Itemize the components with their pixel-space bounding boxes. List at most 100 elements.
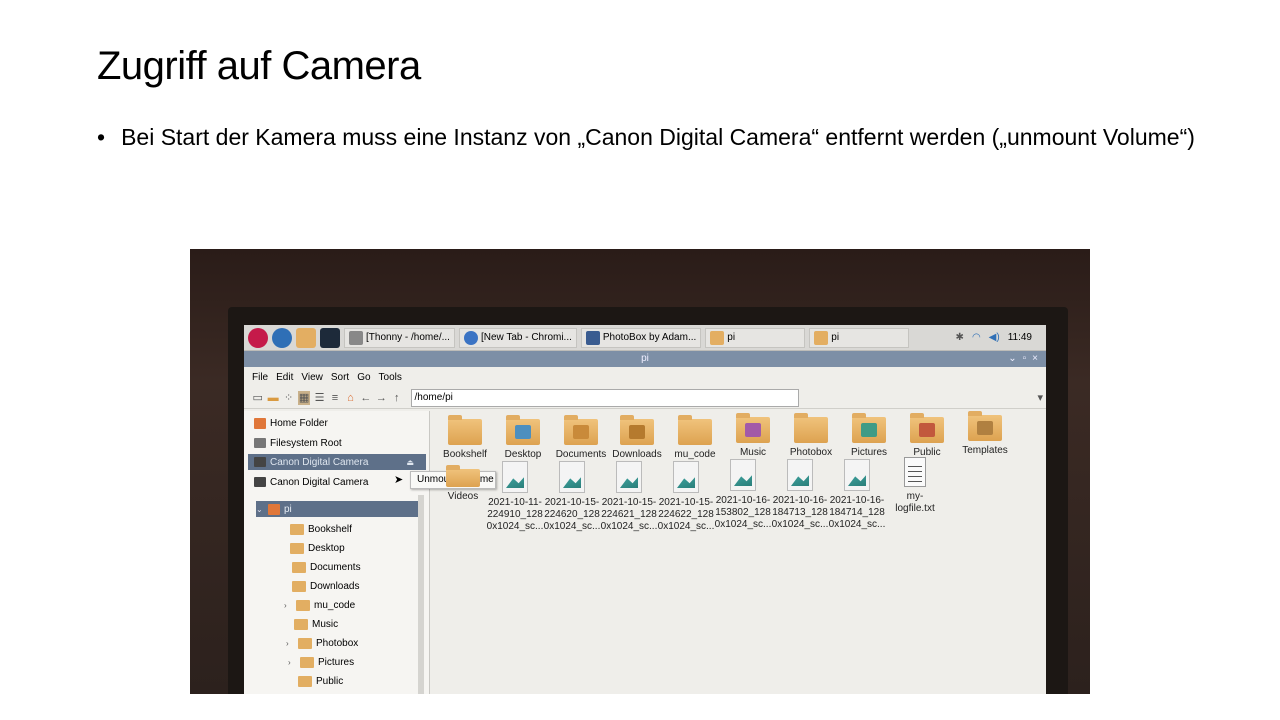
raspberry-icon[interactable]	[248, 327, 268, 348]
image-file[interactable]: 2021-10-16- 184714_128 0x1024_sc...	[828, 459, 886, 531]
image-file[interactable]: 2021-10-15- 224621_128 0x1024_sc...	[600, 461, 658, 533]
tree-item-pi[interactable]: ⌄ pi	[256, 501, 424, 517]
new-folder-icon[interactable]: ▬	[267, 391, 279, 405]
home-icon[interactable]: ⌂	[345, 391, 356, 405]
tree-item-music[interactable]: Music	[294, 616, 338, 632]
window-title: pi	[641, 353, 649, 364]
tree-item-pictures[interactable]: › Pictures	[288, 654, 354, 670]
bluetooth-icon[interactable]: ✱	[956, 332, 964, 343]
file-label-line3: 0x1024_sc...	[486, 521, 544, 532]
maximize-icon[interactable]: ▫	[1023, 351, 1027, 367]
window-controls: ⌄ ▫ ×	[1008, 351, 1038, 367]
file-label: Bookshelf	[443, 449, 487, 460]
minimize-icon[interactable]: ⌄	[1008, 351, 1016, 367]
back-icon[interactable]: ←	[360, 391, 371, 405]
tree-item-public[interactable]: Public	[298, 673, 343, 689]
forward-icon[interactable]: →	[376, 391, 387, 405]
clock[interactable]: 11:49	[1008, 332, 1032, 343]
menu-go[interactable]: Go	[357, 372, 370, 383]
icon-view-icon[interactable]: ⁘	[283, 391, 294, 405]
image-file[interactable]: 2021-10-16- 184713_128 0x1024_sc...	[771, 459, 829, 531]
tree-item-documents[interactable]: Documents	[292, 559, 361, 575]
text-file-logfile[interactable]: my-logfile.txt	[886, 457, 944, 515]
image-file[interactable]: 2021-10-11- 224910_128 0x1024_sc...	[486, 461, 544, 533]
sidebar: Home Folder Filesystem Root Canon Digita…	[244, 411, 430, 694]
folders-icon[interactable]	[296, 327, 316, 348]
folder-public[interactable]: Public	[898, 413, 956, 459]
tree-item-desktop[interactable]: Desktop	[290, 540, 345, 556]
address-bar[interactable]: /home/pi	[410, 388, 799, 407]
menu-tools[interactable]: Tools	[379, 372, 402, 383]
list-view-icon[interactable]: ≡	[329, 391, 340, 405]
file-label-line1: 2021-10-16-	[829, 495, 885, 506]
desktop-folder-icon	[506, 415, 540, 445]
tree-item-photobox[interactable]: › Photobox	[286, 635, 358, 651]
task-pi-1[interactable]: pi	[705, 327, 806, 348]
file-label-line3: 0x1024_sc...	[543, 521, 601, 532]
terminal-icon[interactable]	[320, 327, 340, 348]
globe-icon[interactable]	[272, 327, 292, 348]
task-chromium[interactable]: [New Tab - Chromi...	[458, 327, 577, 348]
expand-arrow-icon[interactable]: ⌄	[256, 505, 264, 514]
folder-pictures[interactable]: Pictures	[840, 413, 898, 459]
folder-bookshelf[interactable]: Bookshelf	[436, 415, 494, 461]
image-file[interactable]: 2021-10-15- 224620_128 0x1024_sc...	[543, 461, 601, 533]
image-file-icon	[502, 461, 528, 493]
folder-templates[interactable]: Templates	[956, 411, 1014, 457]
close-icon[interactable]: ×	[1032, 351, 1038, 367]
compact-view-icon[interactable]: ☰	[314, 391, 325, 405]
volume-icon[interactable]: ◀)	[989, 332, 1000, 343]
file-label-line2: 184714_128	[829, 507, 885, 518]
task-thonny[interactable]: [Thonny - /home/...	[344, 327, 455, 348]
file-label: Pictures	[850, 447, 888, 458]
eject-icon[interactable]: ⏏	[406, 458, 414, 467]
tree-item-downloads[interactable]: Downloads	[292, 578, 359, 594]
expand-arrow-icon[interactable]: ›	[288, 658, 296, 667]
folder-photobox[interactable]: Photobox	[782, 413, 840, 459]
task-photobox[interactable]: PhotoBox by Adam...	[580, 327, 702, 348]
menu-edit[interactable]: Edit	[276, 372, 293, 383]
task-pi-2[interactable]: pi	[809, 327, 910, 348]
chevron-down-icon[interactable]: ▾	[1035, 391, 1046, 405]
desktop-screen: [Thonny - /home/... [New Tab - Chromi...…	[244, 325, 1046, 694]
menu-sort[interactable]: Sort	[331, 372, 349, 383]
tree-label: Music	[312, 618, 339, 630]
image-file[interactable]: 2021-10-15- 224622_128 0x1024_sc...	[657, 461, 715, 533]
expand-arrow-icon[interactable]: ›	[284, 601, 292, 610]
sidebar-item-root[interactable]: Filesystem Root	[254, 435, 342, 451]
file-label-line3: 0x1024_sc...	[657, 521, 715, 532]
folder-videos[interactable]: Videos	[434, 465, 492, 503]
sidebar-scrollbar[interactable]	[418, 495, 424, 694]
file-label-line2: 224910_128	[487, 509, 543, 520]
thumbnail-view-icon[interactable]: ▦	[298, 390, 310, 405]
image-file[interactable]: 2021-10-16- 153802_128 0x1024_sc...	[714, 459, 772, 531]
window-titlebar: pi ⌄ ▫ ×	[244, 351, 1046, 367]
folder-icon	[678, 415, 712, 445]
menu-file[interactable]: File	[252, 372, 268, 383]
file-label-line2: 184713_128	[772, 507, 828, 518]
new-window-icon[interactable]: ▭	[252, 391, 263, 405]
sidebar-item-camera[interactable]: Canon Digital Camera	[254, 474, 368, 490]
folder-downloads[interactable]: Downloads	[608, 415, 666, 461]
tree-item-mu-code[interactable]: › mu_code	[284, 597, 355, 613]
folder-desktop[interactable]: Desktop	[494, 415, 552, 461]
sidebar-item-home[interactable]: Home Folder	[254, 415, 328, 431]
folder-documents[interactable]: Documents	[552, 415, 610, 461]
image-file-icon	[559, 461, 585, 493]
file-label-line2: 224621_128	[601, 509, 657, 520]
file-label-line2: 153802_128	[715, 507, 771, 518]
expand-arrow-icon[interactable]: ›	[286, 639, 294, 648]
image-file-icon	[844, 459, 870, 491]
up-icon[interactable]: ↑	[391, 391, 402, 405]
tree-label: Desktop	[308, 542, 345, 554]
wifi-icon[interactable]: ◠	[972, 332, 981, 343]
task-label: [Thonny - /home/...	[366, 332, 450, 343]
sidebar-item-camera-selected[interactable]: Canon Digital Camera ⏏	[248, 454, 426, 470]
pictures-folder-icon	[852, 413, 886, 443]
folder-music[interactable]: Music	[724, 413, 782, 459]
toolbar: ▭ ▬ ⁘ ▦ ☰ ≡ ⌂ ← → ↑ /home/pi ▾	[244, 387, 1046, 409]
tree-item-bookshelf[interactable]: Bookshelf	[290, 521, 352, 537]
folder-mu-code[interactable]: mu_code	[666, 415, 724, 461]
menu-view[interactable]: View	[301, 372, 323, 383]
text-file-icon	[904, 457, 926, 487]
